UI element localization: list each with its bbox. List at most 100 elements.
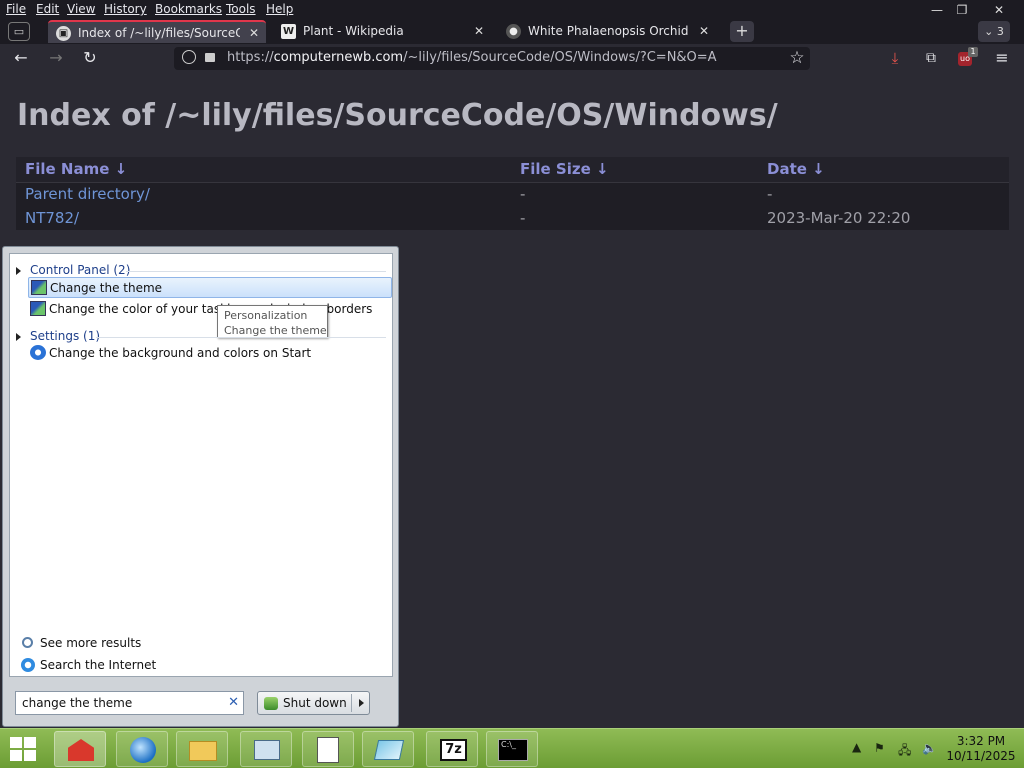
group-control-panel[interactable]: Control Panel (2) — [16, 263, 130, 277]
network-icon[interactable]: 🖧 — [898, 741, 911, 762]
wikipedia-favicon-icon: W — [281, 24, 296, 39]
menu-bookmarks[interactable]: Bookmarks — [155, 2, 222, 16]
internet-explorer-icon — [21, 658, 35, 672]
taskbar-7zip-icon[interactable]: 7z — [426, 731, 478, 767]
file-size-cell: - — [520, 209, 526, 227]
table-row: Parent directory/ - - — [16, 182, 1009, 206]
action-center-flag-icon[interactable]: ⚑ — [874, 741, 885, 755]
close-tab-icon[interactable]: ✕ — [474, 20, 484, 43]
tracking-shield-icon[interactable] — [182, 50, 196, 64]
back-arrow-icon[interactable]: ← — [8, 47, 34, 69]
restore-icon[interactable]: ❐ — [945, 0, 979, 20]
result-change-the-theme[interactable]: Change the theme — [28, 277, 392, 298]
button-divider — [351, 694, 352, 712]
url-prefix: https:// — [227, 50, 274, 65]
menu-help[interactable]: Help — [266, 2, 293, 16]
close-tab-icon[interactable]: ✕ — [249, 22, 259, 43]
taskbar-notepad-icon[interactable] — [302, 731, 354, 767]
shut-down-button[interactable]: Shut down — [257, 691, 370, 715]
tab-title: White Phalaenopsis Orchid Garde — [528, 24, 690, 38]
group-label: Settings (1) — [30, 329, 101, 343]
column-date[interactable]: Date ↓ — [758, 157, 1009, 183]
navigation-bar: ← → ↻ https://computernewb.com/~lily/fil… — [0, 44, 1024, 72]
start-button[interactable] — [10, 737, 38, 761]
menu-history[interactable]: History — [104, 2, 147, 16]
close-window-icon[interactable]: ✕ — [982, 0, 1016, 20]
taskbar-explorer-icon[interactable] — [176, 731, 228, 767]
shutdown-shield-icon — [264, 697, 278, 710]
file-size-cell: - — [520, 185, 526, 204]
shutdown-label: Shut down — [283, 696, 347, 710]
extensions-puzzle-icon[interactable]: ⧉ — [918, 47, 944, 69]
menu-file[interactable]: File — [6, 2, 26, 16]
menu-tools[interactable]: Tools — [226, 2, 256, 16]
7zip-glyph: 7z — [440, 739, 467, 761]
bookmark-star-icon[interactable]: ☆ — [784, 47, 810, 69]
search-results-panel: Control Panel (2) Change the theme Chang… — [9, 253, 393, 677]
parent-directory-link[interactable]: Parent directory/ — [25, 185, 150, 203]
lock-icon[interactable] — [205, 53, 215, 62]
folder-glyph — [189, 741, 217, 761]
paint-glyph — [373, 740, 405, 760]
search-internet-link[interactable]: Search the Internet — [20, 658, 156, 672]
personalization-icon — [31, 280, 47, 295]
tab-index-of[interactable]: ▣ Index of /~lily/files/SourceCode ✕ — [48, 20, 266, 43]
tab-count: 3 — [996, 25, 1004, 38]
url-bar[interactable]: https://computernewb.com/~lily/files/Sou… — [174, 47, 810, 70]
extension-badge: 1 — [968, 47, 978, 57]
reload-icon[interactable]: ↻ — [77, 47, 103, 69]
tooltip: Personalization Change the theme — [217, 305, 328, 338]
date-cell: 2023-Mar-20 22:20 — [767, 209, 911, 227]
nt782-link[interactable]: NT782/ — [25, 209, 79, 227]
start-menu: Control Panel (2) Change the theme Chang… — [2, 246, 399, 727]
orchid-favicon-icon: ● — [506, 24, 521, 39]
tab-orchid[interactable]: ● White Phalaenopsis Orchid Garde ✕ — [498, 20, 716, 43]
clock-time: 3:32 PM — [956, 734, 1006, 748]
notepad-glyph — [317, 737, 339, 763]
group-label: Control Panel (2) — [30, 263, 131, 277]
column-file-name[interactable]: File Name ↓ — [16, 157, 511, 183]
menu-edit[interactable]: Edit — [36, 2, 59, 16]
show-hidden-icons-icon[interactable]: ▲ — [852, 740, 861, 754]
taskbar-browser-icon[interactable] — [116, 731, 168, 767]
tab-plant-wikipedia[interactable]: W Plant - Wikipedia ✕ — [273, 20, 491, 43]
taskbar-task-manager-icon[interactable] — [240, 731, 292, 767]
console-glyph: C:\_ — [498, 739, 528, 761]
result-label: Change the background and colors on Star… — [49, 346, 312, 360]
monitor-glyph — [254, 740, 280, 760]
volume-muted-icon[interactable]: 🔈 — [922, 741, 937, 755]
shutdown-options-arrow-icon[interactable] — [359, 699, 364, 707]
windows-logo-icon — [10, 737, 22, 748]
windows-logo-pane — [24, 737, 36, 748]
result-background-colors[interactable]: Change the background and colors on Star… — [28, 343, 311, 364]
taskbar-paint-icon[interactable] — [362, 731, 414, 767]
tab-list-button[interactable]: ⌄ 3 — [978, 21, 1010, 42]
menu-view[interactable]: View — [67, 2, 95, 16]
gear-icon — [30, 345, 46, 360]
search-value: change the theme — [22, 696, 133, 710]
computer-favicon-icon: ▣ — [56, 26, 71, 41]
red-app-glyph — [68, 739, 94, 761]
clear-search-icon[interactable]: ✕ — [228, 695, 239, 710]
close-tab-icon[interactable]: ✕ — [699, 20, 709, 43]
hamburger-menu-icon[interactable]: ≡ — [989, 47, 1015, 69]
chevron-down-icon: ⌄ — [984, 25, 994, 38]
date-cell: - — [767, 185, 773, 204]
taskbar-app-red-icon[interactable] — [54, 731, 106, 767]
forward-arrow-icon[interactable]: → — [43, 47, 69, 69]
see-more-results-link[interactable]: See more results — [20, 636, 141, 650]
expand-triangle-icon — [16, 266, 21, 275]
clock[interactable]: 3:32 PM 10/11/2025 — [946, 734, 1016, 764]
result-label: Change the theme — [50, 281, 163, 295]
group-settings[interactable]: Settings (1) — [16, 329, 100, 343]
url-path: /~lily/files/SourceCode/OS/Windows/?C=N&… — [403, 50, 717, 65]
column-file-size[interactable]: File Size ↓ — [511, 157, 758, 183]
ublock-extension-icon[interactable]: uo 1 — [953, 47, 979, 69]
taskbar-cmd-icon[interactable]: C:\_ — [486, 731, 538, 767]
download-icon[interactable]: ⤓ — [882, 47, 908, 69]
tooltip-line: Personalization — [224, 309, 308, 322]
start-search-input[interactable]: change the theme ✕ — [15, 691, 244, 715]
tab-overview-icon[interactable]: ▭ — [8, 22, 30, 41]
tab-title: Index of /~lily/files/SourceCode — [78, 26, 240, 40]
new-tab-plus-icon[interactable]: + — [730, 21, 754, 42]
